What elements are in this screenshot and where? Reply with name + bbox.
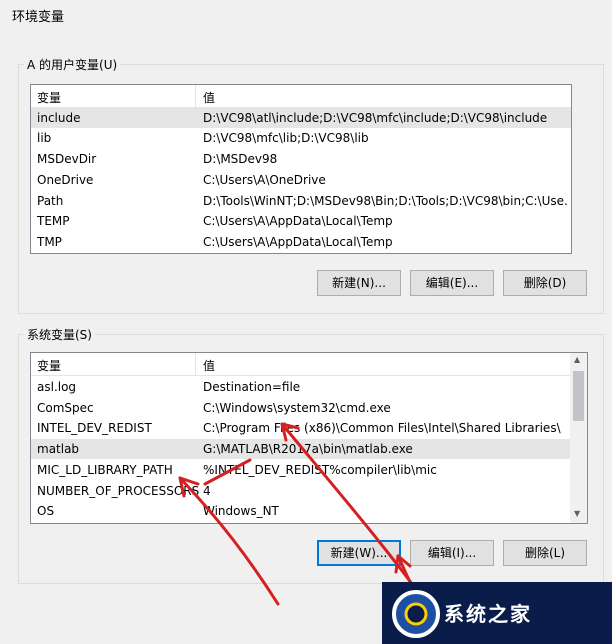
user-vars-list[interactable]: 变量 值 include D:\VC98\atl\include;D:\VC98…	[30, 84, 572, 254]
system-vars-label: 系统变量(S)	[24, 326, 95, 343]
table-row[interactable]: lib D:\VC98\mfc\lib;D:\VC98\lib	[31, 128, 571, 148]
watermark-globe-icon	[392, 590, 440, 638]
system-vars-header: 变量 值	[31, 353, 570, 376]
table-row[interactable]: OS Windows_NT	[31, 501, 570, 521]
window-title: 环境变量	[12, 10, 65, 25]
user-vars-label: A 的用户变量(U)	[24, 56, 121, 73]
table-row[interactable]: TEMP C:\Users\A\AppData\Local\Temp	[31, 211, 571, 231]
table-row[interactable]: include D:\VC98\atl\include;D:\VC98\mfc\…	[31, 108, 571, 128]
user-new-button[interactable]: 新建(N)...	[317, 270, 401, 296]
scroll-up-arrow-icon[interactable]: ▲	[574, 355, 580, 364]
table-row[interactable]: matlab G:\MATLAB\R2017a\bin\matlab.exe	[31, 439, 570, 459]
scroll-thumb[interactable]	[573, 371, 584, 421]
system-delete-button[interactable]: 删除(L)	[503, 540, 587, 566]
table-row[interactable]: ComSpec C:\Windows\system32\cmd.exe	[31, 398, 570, 418]
system-edit-button[interactable]: 编辑(I)...	[410, 540, 494, 566]
table-row[interactable]: MIC_LD_LIBRARY_PATH %INTEL_DEV_REDIST%co…	[31, 460, 570, 480]
watermark-text: 系统之家	[444, 602, 532, 626]
user-vars-header: 变量 值	[31, 85, 571, 108]
user-delete-button[interactable]: 删除(D)	[503, 270, 587, 296]
system-vars-scrollbar[interactable]: ▲ ▼	[570, 353, 587, 523]
table-row[interactable]: INTEL_DEV_REDIST C:\Program Files (x86)\…	[31, 418, 570, 438]
column-header-value[interactable]: 值	[203, 89, 215, 106]
user-edit-button[interactable]: 编辑(E)...	[410, 270, 494, 296]
watermark-logo: 系统之家	[382, 582, 612, 644]
column-header-variable[interactable]: 变量	[37, 89, 61, 106]
table-row[interactable]: NUMBER_OF_PROCESSORS 4	[31, 481, 570, 501]
column-header-value[interactable]: 值	[203, 357, 215, 374]
table-row[interactable]: OneDrive C:\Users\A\OneDrive	[31, 170, 571, 190]
table-row[interactable]: Path D:\Tools\WinNT;D:\MSDev98\Bin;D:\To…	[31, 191, 571, 211]
table-row[interactable]: TMP C:\Users\A\AppData\Local\Temp	[31, 232, 571, 252]
system-new-button[interactable]: 新建(W)...	[317, 540, 401, 566]
table-row[interactable]: asl.log Destination=file	[31, 377, 570, 397]
scroll-down-arrow-icon[interactable]: ▼	[574, 509, 580, 518]
environment-variables-dialog: 环境变量 A 的用户变量(U) 变量 值 include D:\VC98\atl…	[0, 0, 612, 644]
system-vars-list[interactable]: 变量 值 asl.log Destination=file ComSpec C:…	[30, 352, 588, 524]
column-header-variable[interactable]: 变量	[37, 357, 61, 374]
table-row[interactable]: MSDevDir D:\MSDev98	[31, 149, 571, 169]
